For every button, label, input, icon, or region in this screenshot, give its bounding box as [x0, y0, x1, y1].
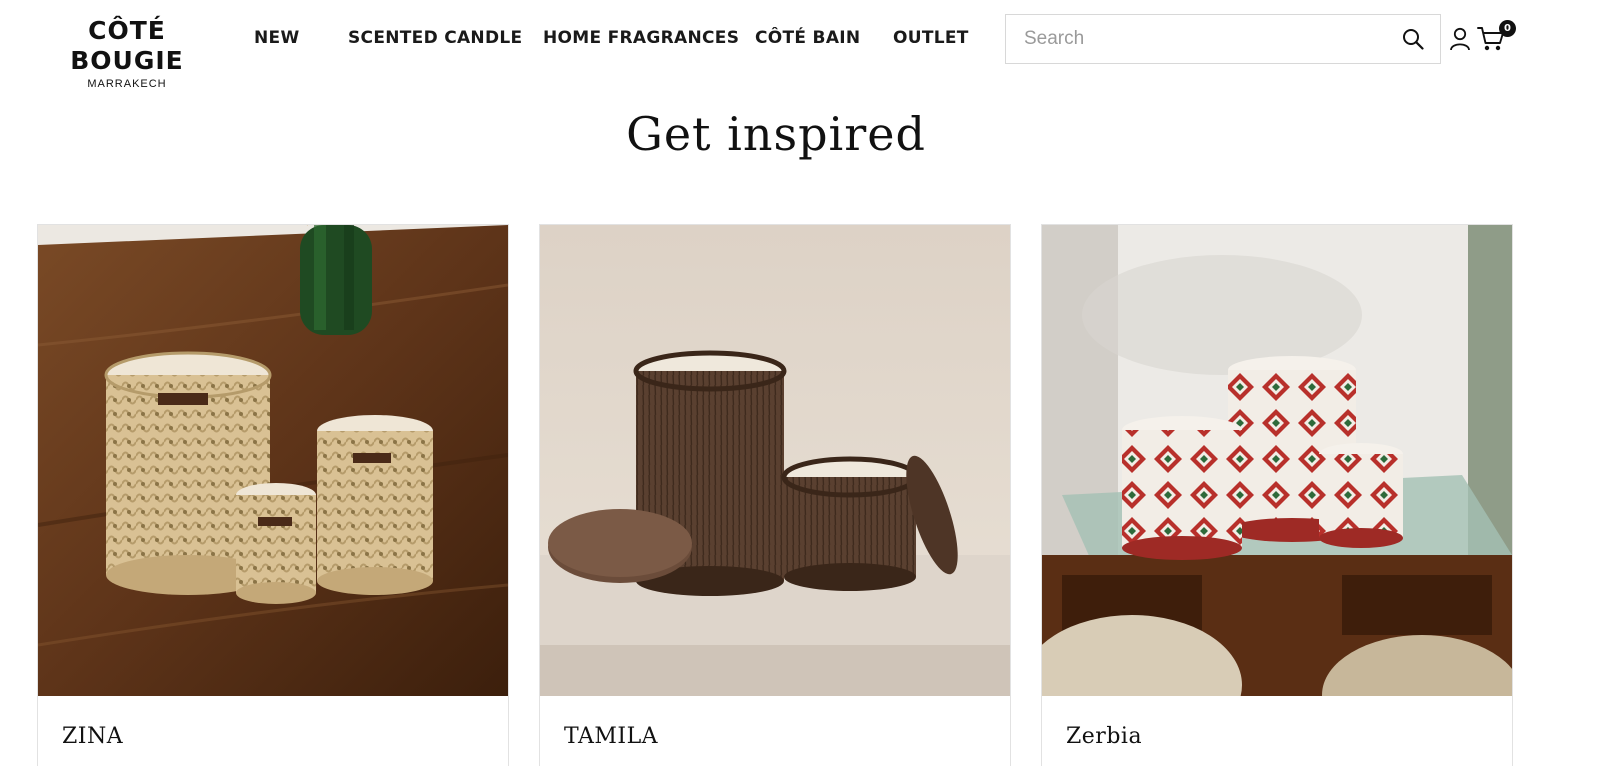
- product-subtitle-placeholder: [62, 761, 262, 766]
- logo-city: MARRAKECH: [87, 78, 167, 90]
- product-image-zina[interactable]: [38, 225, 508, 696]
- product-card-zina[interactable]: ZINA: [37, 224, 509, 766]
- nav-item-home-fragrances[interactable]: HOME FRAGRANCES: [543, 27, 739, 49]
- section-title: Get inspired: [626, 107, 926, 161]
- nav-item-outlet[interactable]: OUTLET: [893, 27, 969, 49]
- logo-wordmark: CÔTÉ BOUGIE: [70, 16, 184, 75]
- product-image-zerbia[interactable]: [1042, 225, 1512, 696]
- nav-item-scented-candle[interactable]: SCENTED CANDLE: [348, 27, 522, 49]
- product-subtitle-placeholder: [1066, 761, 1266, 766]
- product-image-tamila[interactable]: [540, 225, 1010, 696]
- cart-button[interactable]: 0: [1477, 20, 1517, 54]
- product-card-zerbia[interactable]: Zerbia: [1041, 224, 1513, 766]
- product-card-tamila[interactable]: TAMILA: [539, 224, 1011, 766]
- search-box: [1005, 14, 1441, 64]
- product-name[interactable]: TAMILA: [564, 724, 658, 749]
- brand-logo[interactable]: CÔTÉ BOUGIE MARRAKECH: [36, 16, 218, 91]
- product-subtitle-placeholder: [564, 761, 764, 766]
- cart-count-badge: 0: [1499, 20, 1516, 37]
- product-name[interactable]: Zerbia: [1066, 724, 1142, 749]
- user-icon[interactable]: [1449, 27, 1471, 51]
- nav-item-new[interactable]: NEW: [254, 27, 300, 49]
- product-name[interactable]: ZINA: [62, 724, 123, 749]
- nav-item-cote-bain[interactable]: CÔTÉ BAIN: [755, 27, 860, 49]
- search-input[interactable]: [1024, 15, 1384, 63]
- search-icon[interactable]: [1402, 28, 1424, 50]
- site-header: CÔTÉ BOUGIE MARRAKECH NEW SCENTED CANDLE…: [0, 0, 1600, 90]
